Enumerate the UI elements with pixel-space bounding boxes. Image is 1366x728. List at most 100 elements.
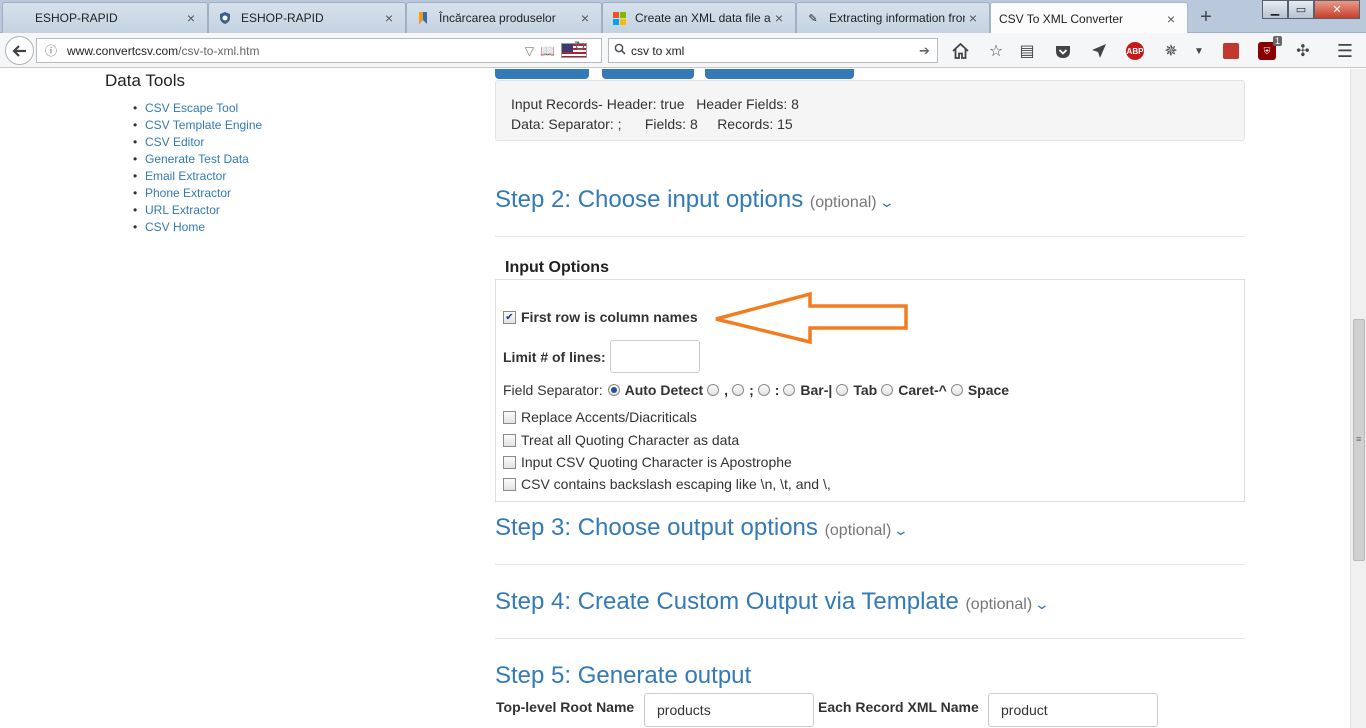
reload-icon[interactable]: ↻ [574, 38, 586, 55]
addon-cube-icon[interactable] [1220, 40, 1242, 62]
tab-create-xml-data-file[interactable]: Create an XML data file an × [602, 2, 796, 33]
backslash-escaping-checkbox[interactable] [503, 477, 516, 491]
puzzle-addon-icon[interactable]: ✣ [1292, 40, 1314, 62]
close-icon[interactable]: × [381, 10, 397, 26]
search-input[interactable] [631, 43, 919, 58]
step4-heading[interactable]: Step 4: Create Custom Output via Templat… [495, 588, 1050, 616]
record-name-input[interactable] [988, 693, 1158, 727]
maximize-window-button[interactable]: ▭ [1288, 0, 1314, 19]
new-tab-button[interactable]: + [1195, 6, 1217, 29]
annotation-arrow-icon [715, 291, 908, 345]
adblock-plus-icon[interactable]: ABP [1124, 40, 1146, 62]
pen-icon: ✎ [808, 12, 818, 25]
separator-radio-semicolon[interactable] [732, 384, 745, 396]
sidebar-list: CSV Escape Tool CSV Template Engine CSV … [133, 100, 262, 236]
chevron-down-icon[interactable]: ⌄ [893, 522, 909, 539]
separator-radio-colon[interactable] [757, 384, 770, 396]
url-text[interactable]: www.convertcsv.com/csv-to-xml.htm [61, 44, 525, 58]
separator-label: : [774, 382, 780, 398]
separator-radio-comma[interactable] [707, 384, 720, 396]
summary-line: Data: Separator: ; Fields: 8 Records: 15 [511, 116, 793, 132]
close-icon[interactable]: × [577, 10, 593, 26]
separator-label: Caret-^ [898, 382, 947, 398]
close-icon[interactable]: × [965, 10, 981, 26]
bug-icon[interactable]: ✵ [1160, 40, 1182, 62]
option-label: Treat all Quoting Character as data [521, 432, 740, 448]
bookmarks-list-icon[interactable]: ▤ [1016, 40, 1038, 62]
ublock-badge: 1 [1272, 36, 1282, 46]
tab-label: ESHOP-RAPID [241, 11, 324, 25]
limit-lines-input[interactable] [609, 340, 700, 373]
root-name-input[interactable] [644, 693, 814, 727]
sidebar-link[interactable]: URL Extractor [133, 202, 262, 219]
microsoft-logo-icon [611, 10, 627, 26]
step4-title: Step 4: Create Custom Output via Templat… [495, 588, 959, 615]
separator-radio-bar[interactable] [783, 384, 796, 396]
pocket-icon[interactable] [1052, 40, 1074, 62]
minimize-window-button[interactable]: ▁ [1262, 0, 1288, 19]
separator-label: Space [967, 382, 1010, 398]
top-action-button[interactable] [495, 69, 589, 79]
separator-label: Auto Detect [624, 382, 704, 398]
search-bar[interactable]: ➔ [608, 38, 938, 63]
dropdown-arrow-icon[interactable]: ▼ [1188, 40, 1210, 62]
optional-label: (optional) [965, 596, 1033, 613]
dropdown-arrow-icon[interactable]: ▽ [525, 44, 534, 58]
optional-label: (optional) [809, 194, 877, 211]
tab-incarcarea-produselor[interactable]: Încărcarea produselor × [406, 2, 602, 33]
step2-heading[interactable]: Step 2: Choose input options (optional) ⌄ [495, 186, 895, 214]
info-icon[interactable]: ⓘ [41, 42, 61, 59]
sidebar-link[interactable]: CSV Home [133, 219, 262, 236]
sidebar-link[interactable]: CSV Editor [133, 134, 262, 151]
first-row-option[interactable]: ✔ First row is column names [503, 309, 698, 325]
vertical-scrollbar[interactable]: ≡ [1350, 69, 1366, 728]
apostrophe-quoting-option[interactable]: Input CSV Quoting Character is Apostroph… [503, 454, 792, 470]
sidebar-link[interactable]: Phone Extractor [133, 185, 262, 202]
tab-csv-to-xml-converter[interactable]: CSV To XML Converter × [990, 2, 1188, 34]
chevron-down-icon[interactable]: ⌄ [878, 194, 894, 211]
tab-eshop-rapid-2[interactable]: ESHOP-RAPID × [208, 2, 406, 33]
close-icon[interactable]: × [183, 10, 199, 26]
step3-heading[interactable]: Step 3: Choose output options (optional)… [495, 514, 909, 542]
tab-extracting-information[interactable]: ✎ Extracting information fron × [796, 2, 990, 33]
close-icon[interactable]: × [771, 10, 787, 26]
hamburger-menu-icon[interactable]: ☰ [1334, 40, 1356, 62]
page-content: Data Tools CSV Escape Tool CSV Template … [0, 69, 1350, 728]
sidebar-link[interactable]: CSV Escape Tool [133, 100, 262, 117]
tab-eshop-rapid-1[interactable]: ESHOP-RAPID × [2, 2, 208, 33]
home-icon[interactable] [949, 40, 971, 62]
bookmark-flag-icon [415, 10, 431, 26]
url-domain: www.convertcsv.com [67, 43, 179, 58]
sidebar-link[interactable]: Generate Test Data [133, 151, 262, 168]
sidebar-link[interactable]: CSV Template Engine [133, 117, 262, 134]
separator-radio-tab[interactable] [836, 384, 849, 396]
divider [495, 638, 1245, 639]
record-name-label: Each Record XML Name [818, 699, 979, 715]
separator-radio-auto[interactable] [607, 384, 620, 396]
separator-radio-space[interactable] [950, 384, 963, 396]
send-icon[interactable] [1088, 40, 1110, 62]
top-action-button[interactable] [705, 69, 854, 79]
close-icon[interactable]: × [1163, 11, 1179, 27]
top-action-button[interactable] [602, 69, 694, 79]
close-window-button[interactable]: ✕ [1314, 0, 1360, 19]
treat-quoting-checkbox[interactable] [503, 433, 516, 447]
first-row-checkbox[interactable]: ✔ [503, 310, 516, 324]
replace-accents-option[interactable]: Replace Accents/Diacriticals [503, 409, 697, 425]
reader-view-icon[interactable]: 📖 [540, 44, 555, 58]
backslash-escaping-option[interactable]: CSV contains backslash escaping like \n,… [503, 476, 831, 492]
ublock-icon[interactable]: ⛨ 1 [1256, 36, 1282, 62]
treat-quoting-option[interactable]: Treat all Quoting Character as data [503, 432, 739, 448]
back-button[interactable] [5, 36, 34, 65]
apostrophe-quoting-checkbox[interactable] [503, 455, 516, 469]
search-go-icon[interactable]: ➔ [919, 43, 937, 59]
summary-line: Input Records- Header: true Header Field… [511, 96, 799, 112]
option-label: Replace Accents/Diacriticals [521, 409, 697, 425]
replace-accents-checkbox[interactable] [503, 410, 516, 424]
tab-label: Încărcarea produselor [439, 11, 556, 25]
bookmark-star-icon[interactable]: ☆ [985, 40, 1007, 62]
sidebar-link[interactable]: Email Extractor [133, 168, 262, 185]
address-bar[interactable]: ⓘ www.convertcsv.com/csv-to-xml.htm ▽ 📖 [36, 38, 602, 63]
chevron-down-icon[interactable]: ⌄ [1034, 596, 1050, 613]
separator-radio-caret[interactable] [881, 384, 894, 396]
